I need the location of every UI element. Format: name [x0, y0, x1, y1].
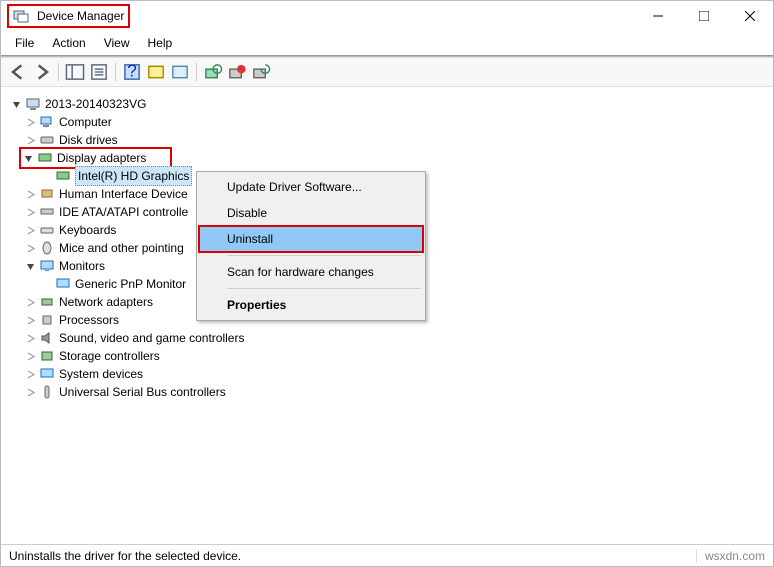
- tree-node-storage[interactable]: Storage controllers: [9, 347, 773, 365]
- node-label: Human Interface Device: [59, 185, 188, 203]
- node-label[interactable]: Display adapters: [57, 149, 146, 167]
- statusbar: Uninstalls the driver for the selected d…: [1, 544, 773, 566]
- monitor-icon: [55, 276, 71, 292]
- node-label: Network adapters: [59, 293, 153, 311]
- computer-icon: [39, 114, 55, 130]
- watermark: wsxdn.com: [696, 549, 765, 563]
- chevron-right-icon[interactable]: [23, 295, 37, 309]
- ctx-update-driver[interactable]: Update Driver Software...: [199, 174, 423, 200]
- status-text: Uninstalls the driver for the selected d…: [9, 549, 241, 563]
- node-label: Computer: [59, 113, 112, 131]
- node-label: Mice and other pointing: [59, 239, 184, 257]
- window-title-highlight: Device Manager: [7, 4, 130, 28]
- properties-button[interactable]: [88, 61, 110, 83]
- display-adapter-icon: [55, 168, 71, 184]
- action-button-1[interactable]: [145, 61, 167, 83]
- chevron-right-icon[interactable]: [23, 223, 37, 237]
- spacer: [39, 169, 53, 183]
- chevron-right-icon[interactable]: [23, 205, 37, 219]
- window-controls: [635, 1, 773, 31]
- tree-node-computer[interactable]: Computer: [9, 113, 773, 131]
- storage-icon: [39, 348, 55, 364]
- chevron-right-icon[interactable]: [23, 241, 37, 255]
- menu-view[interactable]: View: [96, 33, 138, 53]
- ctx-separator: [227, 255, 421, 256]
- node-label: Sound, video and game controllers: [59, 329, 244, 347]
- toolbar: ?: [1, 57, 773, 87]
- node-label: IDE ATA/ATAPI controlle: [59, 203, 188, 221]
- node-label: Generic PnP Monitor: [75, 275, 186, 293]
- tree-node-display-highlight: Display adapters: [9, 149, 773, 167]
- scan-hardware-button[interactable]: [202, 61, 224, 83]
- maximize-button[interactable]: [681, 1, 727, 31]
- ctx-scan-hardware[interactable]: Scan for hardware changes: [199, 259, 423, 285]
- system-icon: [39, 366, 55, 382]
- node-label: Universal Serial Bus controllers: [59, 383, 226, 401]
- menu-action[interactable]: Action: [44, 33, 93, 53]
- sound-icon: [39, 330, 55, 346]
- disk-icon: [39, 132, 55, 148]
- chevron-down-icon[interactable]: [9, 97, 23, 111]
- ctx-properties[interactable]: Properties: [199, 292, 423, 318]
- chevron-right-icon[interactable]: [23, 349, 37, 363]
- tree-node-sound[interactable]: Sound, video and game controllers: [9, 329, 773, 347]
- ide-icon: [39, 204, 55, 220]
- minimize-button[interactable]: [635, 1, 681, 31]
- usb-icon: [39, 384, 55, 400]
- node-label: Storage controllers: [59, 347, 160, 365]
- tree-node-system[interactable]: System devices: [9, 365, 773, 383]
- chevron-right-icon[interactable]: [23, 133, 37, 147]
- keyboard-icon: [39, 222, 55, 238]
- forward-button[interactable]: [31, 61, 53, 83]
- menubar: File Action View Help: [1, 31, 773, 55]
- update-driver-button[interactable]: [250, 61, 272, 83]
- spacer: [39, 277, 53, 291]
- chevron-right-icon[interactable]: [23, 367, 37, 381]
- ctx-separator: [227, 288, 421, 289]
- node-label: Keyboards: [59, 221, 116, 239]
- chevron-right-icon[interactable]: [23, 115, 37, 129]
- svg-text:?: ?: [127, 62, 137, 80]
- display-adapter-icon: [37, 150, 53, 166]
- monitor-icon: [39, 258, 55, 274]
- chevron-right-icon[interactable]: [23, 187, 37, 201]
- action-button-2[interactable]: [169, 61, 191, 83]
- computer-root-icon: [25, 96, 41, 112]
- menu-help[interactable]: Help: [140, 33, 181, 53]
- chevron-right-icon[interactable]: [23, 313, 37, 327]
- app-icon: [13, 8, 29, 24]
- help-button[interactable]: ?: [121, 61, 143, 83]
- ctx-uninstall[interactable]: Uninstall: [198, 225, 424, 253]
- chevron-right-icon[interactable]: [23, 385, 37, 399]
- mouse-icon: [39, 240, 55, 256]
- titlebar: Device Manager: [1, 1, 773, 31]
- chevron-right-icon[interactable]: [23, 331, 37, 345]
- processor-icon: [39, 312, 55, 328]
- node-label-selected[interactable]: Intel(R) HD Graphics: [75, 166, 192, 186]
- node-label: Processors: [59, 311, 119, 329]
- chevron-down-icon[interactable]: [23, 259, 37, 273]
- context-menu: Update Driver Software... Disable Uninst…: [196, 171, 426, 321]
- window-title: Device Manager: [37, 9, 124, 23]
- node-label: 2013-20140323VG: [45, 95, 146, 113]
- uninstall-button[interactable]: [226, 61, 248, 83]
- hid-icon: [39, 186, 55, 202]
- close-button[interactable]: [727, 1, 773, 31]
- node-label: Monitors: [59, 257, 105, 275]
- back-button[interactable]: [7, 61, 29, 83]
- show-hide-console-tree-button[interactable]: [64, 61, 86, 83]
- ctx-disable[interactable]: Disable: [199, 200, 423, 226]
- chevron-down-icon[interactable]: [21, 151, 35, 165]
- tree-node-usb[interactable]: Universal Serial Bus controllers: [9, 383, 773, 401]
- network-icon: [39, 294, 55, 310]
- node-label: System devices: [59, 365, 143, 383]
- menu-file[interactable]: File: [7, 33, 42, 53]
- tree-root[interactable]: 2013-20140323VG: [9, 95, 773, 113]
